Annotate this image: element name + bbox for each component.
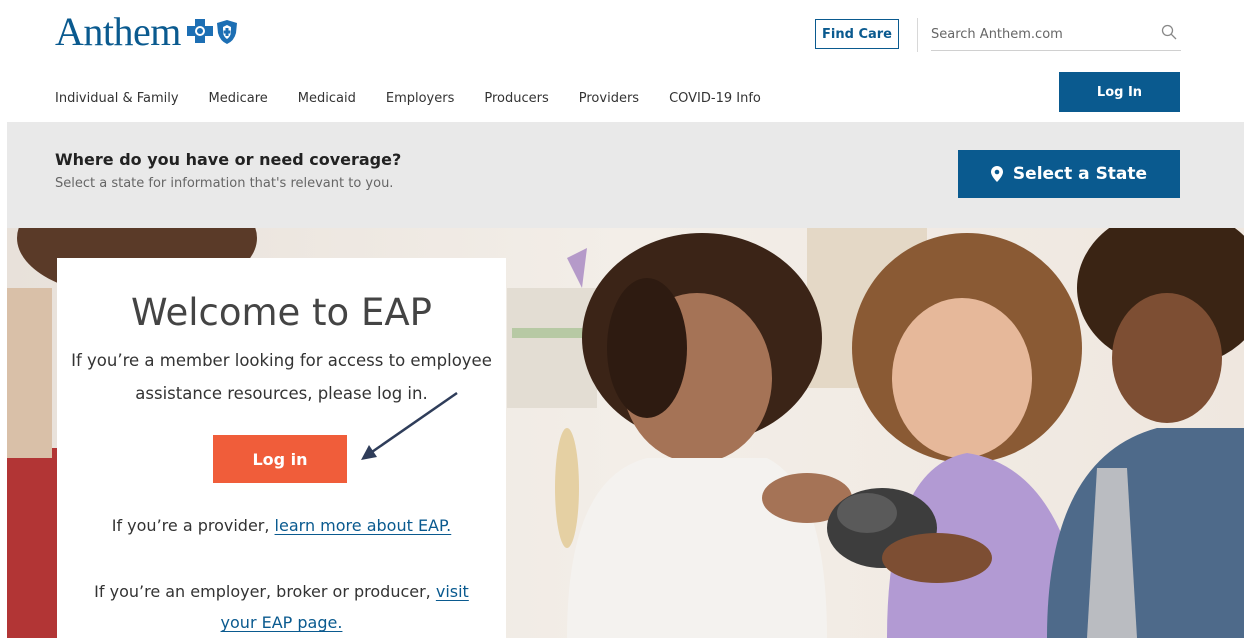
- nav-item-individual-family[interactable]: Individual & Family: [55, 91, 179, 106]
- search-box[interactable]: [931, 18, 1181, 51]
- search-divider: [917, 18, 918, 52]
- coverage-subtitle: Select a state for information that's re…: [55, 176, 394, 191]
- nav-item-employers[interactable]: Employers: [386, 91, 455, 106]
- welcome-title: Welcome to EAP: [131, 291, 432, 334]
- employer-prefix: If you’re an employer, broker or produce…: [94, 582, 431, 601]
- provider-prefix: If you’re a provider,: [111, 516, 270, 535]
- employer-line: If you’re an employer, broker or produce…: [77, 576, 486, 638]
- header-login-button[interactable]: Log In: [1059, 72, 1180, 112]
- select-state-label: Select a State: [1012, 164, 1148, 184]
- nav-item-producers[interactable]: Producers: [484, 91, 548, 106]
- logo-marks: [186, 18, 238, 45]
- nav-item-medicaid[interactable]: Medicaid: [298, 91, 356, 106]
- eap-login-button[interactable]: Log in: [213, 435, 347, 483]
- select-state-button[interactable]: Select a State: [958, 150, 1180, 198]
- blue-cross-icon: [186, 18, 213, 43]
- search-input[interactable]: [931, 18, 1146, 50]
- provider-line: If you’re a provider, learn more about E…: [57, 516, 506, 535]
- provider-eap-link[interactable]: learn more about EAP.: [275, 516, 452, 535]
- nav-item-covid-19-info[interactable]: COVID-19 Info: [669, 91, 761, 106]
- search-icon[interactable]: [1161, 24, 1177, 40]
- anthem-logo[interactable]: Anthem: [55, 8, 238, 55]
- main-nav: Individual & Family Medicare Medicaid Em…: [55, 91, 791, 106]
- location-pin-icon: [990, 166, 1003, 182]
- coverage-banner: Where do you have or need coverage? Sele…: [7, 122, 1244, 228]
- logo-text: Anthem: [55, 9, 181, 54]
- nav-item-providers[interactable]: Providers: [579, 91, 639, 106]
- nav-item-medicare[interactable]: Medicare: [209, 91, 268, 106]
- blue-shield-icon: [216, 19, 237, 44]
- welcome-card: Welcome to EAP If you’re a member lookin…: [57, 258, 506, 638]
- find-care-button[interactable]: Find Care: [815, 19, 899, 49]
- coverage-question: Where do you have or need coverage?: [55, 150, 402, 169]
- annotation-arrow-icon: [361, 391, 458, 460]
